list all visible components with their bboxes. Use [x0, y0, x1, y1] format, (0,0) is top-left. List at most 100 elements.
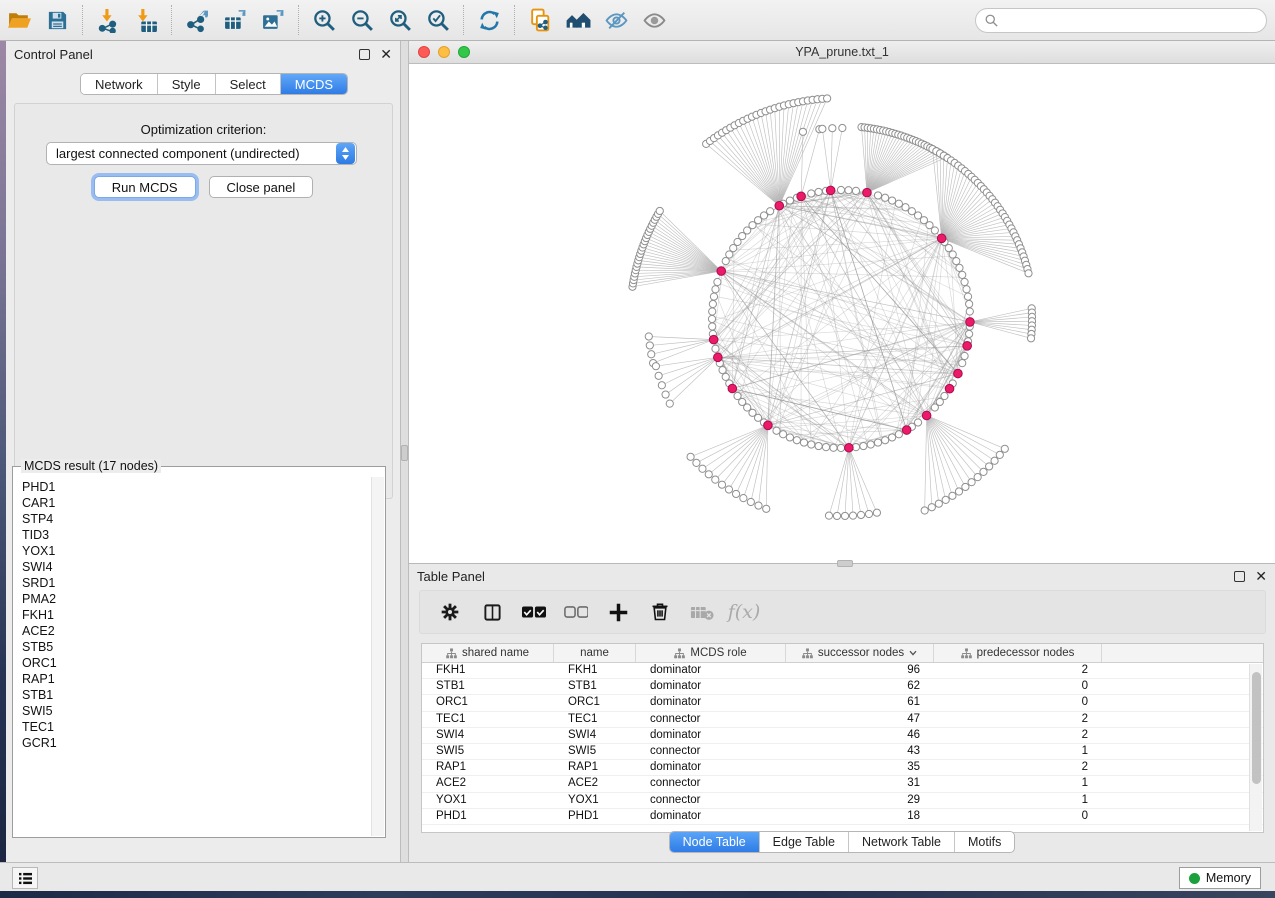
column-header-successor-nodes[interactable]: successor nodes	[786, 644, 934, 662]
mcds-result-item[interactable]: ORC1	[22, 655, 372, 671]
cell-predecessor-nodes[interactable]: 1	[934, 744, 1102, 759]
import-table-icon[interactable]	[127, 3, 165, 37]
zoom-out-icon[interactable]	[343, 3, 381, 37]
cell-shared-name[interactable]: ORC1	[422, 695, 554, 710]
cell-MCDS-role[interactable]: dominator	[636, 809, 786, 824]
mcds-result-item[interactable]: ACE2	[22, 623, 372, 639]
cell-name[interactable]: STB1	[554, 679, 636, 694]
deselect-all-icon[interactable]	[562, 598, 590, 626]
cell-successor-nodes[interactable]: 46	[786, 728, 934, 743]
cell-successor-nodes[interactable]: 31	[786, 776, 934, 791]
cell-successor-nodes[interactable]: 61	[786, 695, 934, 710]
cell-predecessor-nodes[interactable]: 2	[934, 760, 1102, 775]
close-panel-button[interactable]: Close panel	[209, 176, 314, 198]
open-file-icon[interactable]	[0, 3, 38, 37]
memory-button[interactable]: Memory	[1179, 867, 1261, 889]
float-table-panel-icon[interactable]	[1234, 571, 1245, 582]
select-all-icon[interactable]	[520, 598, 548, 626]
column-header-name[interactable]: name	[554, 644, 636, 662]
table-scrollbar-thumb[interactable]	[1252, 672, 1261, 784]
table-row[interactable]: SWI4SWI4dominator462	[422, 728, 1263, 744]
add-column-icon[interactable]	[604, 598, 632, 626]
window-minimize-icon[interactable]	[438, 46, 450, 58]
cell-successor-nodes[interactable]: 18	[786, 809, 934, 824]
table-scrollbar[interactable]	[1249, 664, 1262, 831]
network-canvas[interactable]	[409, 64, 1275, 562]
function-builder-icon[interactable]: f(x)	[730, 598, 758, 626]
cell-predecessor-nodes[interactable]: 0	[934, 809, 1102, 824]
cell-successor-nodes[interactable]: 96	[786, 663, 934, 678]
cell-shared-name[interactable]: PHD1	[422, 809, 554, 824]
table-row[interactable]: ORC1ORC1dominator610	[422, 695, 1263, 711]
tab-edge-table[interactable]: Edge Table	[760, 832, 849, 852]
cell-name[interactable]: ACE2	[554, 776, 636, 791]
mcds-result-item[interactable]: STB5	[22, 639, 372, 655]
show-panel-icon[interactable]	[635, 3, 673, 37]
cell-MCDS-role[interactable]: connector	[636, 776, 786, 791]
table-row[interactable]: STB1STB1dominator620	[422, 679, 1263, 695]
cell-successor-nodes[interactable]: 29	[786, 793, 934, 808]
table-row[interactable]: ACE2ACE2connector311	[422, 776, 1263, 792]
save-session-icon[interactable]	[38, 3, 76, 37]
mcds-result-item[interactable]: SRD1	[22, 575, 372, 591]
cell-MCDS-role[interactable]: connector	[636, 712, 786, 727]
cell-predecessor-nodes[interactable]: 2	[934, 712, 1102, 727]
criterion-dropdown[interactable]: largest connected component (undirected)	[46, 142, 357, 165]
window-close-icon[interactable]	[418, 46, 430, 58]
mcds-result-item[interactable]: FKH1	[22, 607, 372, 623]
apply-layout-icon[interactable]	[470, 3, 508, 37]
cell-shared-name[interactable]: TEC1	[422, 712, 554, 727]
cell-shared-name[interactable]: FKH1	[422, 663, 554, 678]
column-header-shared-name[interactable]: shared name	[422, 644, 554, 662]
cell-successor-nodes[interactable]: 47	[786, 712, 934, 727]
cell-shared-name[interactable]: SWI5	[422, 744, 554, 759]
table-row[interactable]: FKH1FKH1dominator962	[422, 663, 1263, 679]
cell-name[interactable]: YOX1	[554, 793, 636, 808]
cell-predecessor-nodes[interactable]: 0	[934, 695, 1102, 710]
tab-network-table[interactable]: Network Table	[849, 832, 955, 852]
cell-name[interactable]: ORC1	[554, 695, 636, 710]
cell-MCDS-role[interactable]: connector	[636, 793, 786, 808]
hide-panel-icon[interactable]	[597, 3, 635, 37]
cell-MCDS-role[interactable]: dominator	[636, 760, 786, 775]
network-window-titlebar[interactable]: YPA_prune.txt_1	[409, 41, 1275, 64]
mcds-result-item[interactable]: STB1	[22, 687, 372, 703]
cell-shared-name[interactable]: YOX1	[422, 793, 554, 808]
cell-predecessor-nodes[interactable]: 2	[934, 728, 1102, 743]
float-panel-icon[interactable]	[359, 49, 370, 60]
mcds-result-item[interactable]: GCR1	[22, 735, 372, 751]
export-table-icon[interactable]	[216, 3, 254, 37]
mcds-result-item[interactable]: SWI5	[22, 703, 372, 719]
tab-style[interactable]: Style	[158, 74, 216, 94]
table-row[interactable]: TEC1TEC1connector472	[422, 712, 1263, 728]
import-network-icon[interactable]	[89, 3, 127, 37]
cell-name[interactable]: SWI5	[554, 744, 636, 759]
column-header-predecessor-nodes[interactable]: predecessor nodes	[934, 644, 1102, 662]
cell-MCDS-role[interactable]: connector	[636, 744, 786, 759]
cell-successor-nodes[interactable]: 35	[786, 760, 934, 775]
delete-table-icon[interactable]	[688, 598, 716, 626]
vertical-splitter[interactable]	[401, 41, 408, 862]
table-row[interactable]: RAP1RAP1dominator352	[422, 760, 1263, 776]
mcds-result-item[interactable]: SWI4	[22, 559, 372, 575]
mcds-result-item[interactable]: RAP1	[22, 671, 372, 687]
mcds-result-list[interactable]: PHD1CAR1STP4TID3YOX1SWI4SRD1PMA2FKH1ACE2…	[14, 477, 372, 836]
cell-shared-name[interactable]: SWI4	[422, 728, 554, 743]
cell-successor-nodes[interactable]: 43	[786, 744, 934, 759]
mcds-result-item[interactable]: CAR1	[22, 495, 372, 511]
cell-name[interactable]: RAP1	[554, 760, 636, 775]
tab-mcds[interactable]: MCDS	[281, 74, 347, 94]
table-row[interactable]: PHD1PHD1dominator180	[422, 809, 1263, 825]
tab-network[interactable]: Network	[81, 74, 158, 94]
cell-MCDS-role[interactable]: dominator	[636, 695, 786, 710]
cell-predecessor-nodes[interactable]: 1	[934, 776, 1102, 791]
cell-name[interactable]: SWI4	[554, 728, 636, 743]
cell-predecessor-nodes[interactable]: 1	[934, 793, 1102, 808]
run-mcds-button[interactable]: Run MCDS	[94, 176, 196, 198]
table-row[interactable]: YOX1YOX1connector291	[422, 793, 1263, 809]
table-row[interactable]: SWI5SWI5connector431	[422, 744, 1263, 760]
open-session-home-icon[interactable]	[559, 3, 597, 37]
column-header-MCDS-role[interactable]: MCDS role	[636, 644, 786, 662]
close-table-panel-icon[interactable]: ✕	[1255, 571, 1267, 582]
delete-column-icon[interactable]	[646, 598, 674, 626]
